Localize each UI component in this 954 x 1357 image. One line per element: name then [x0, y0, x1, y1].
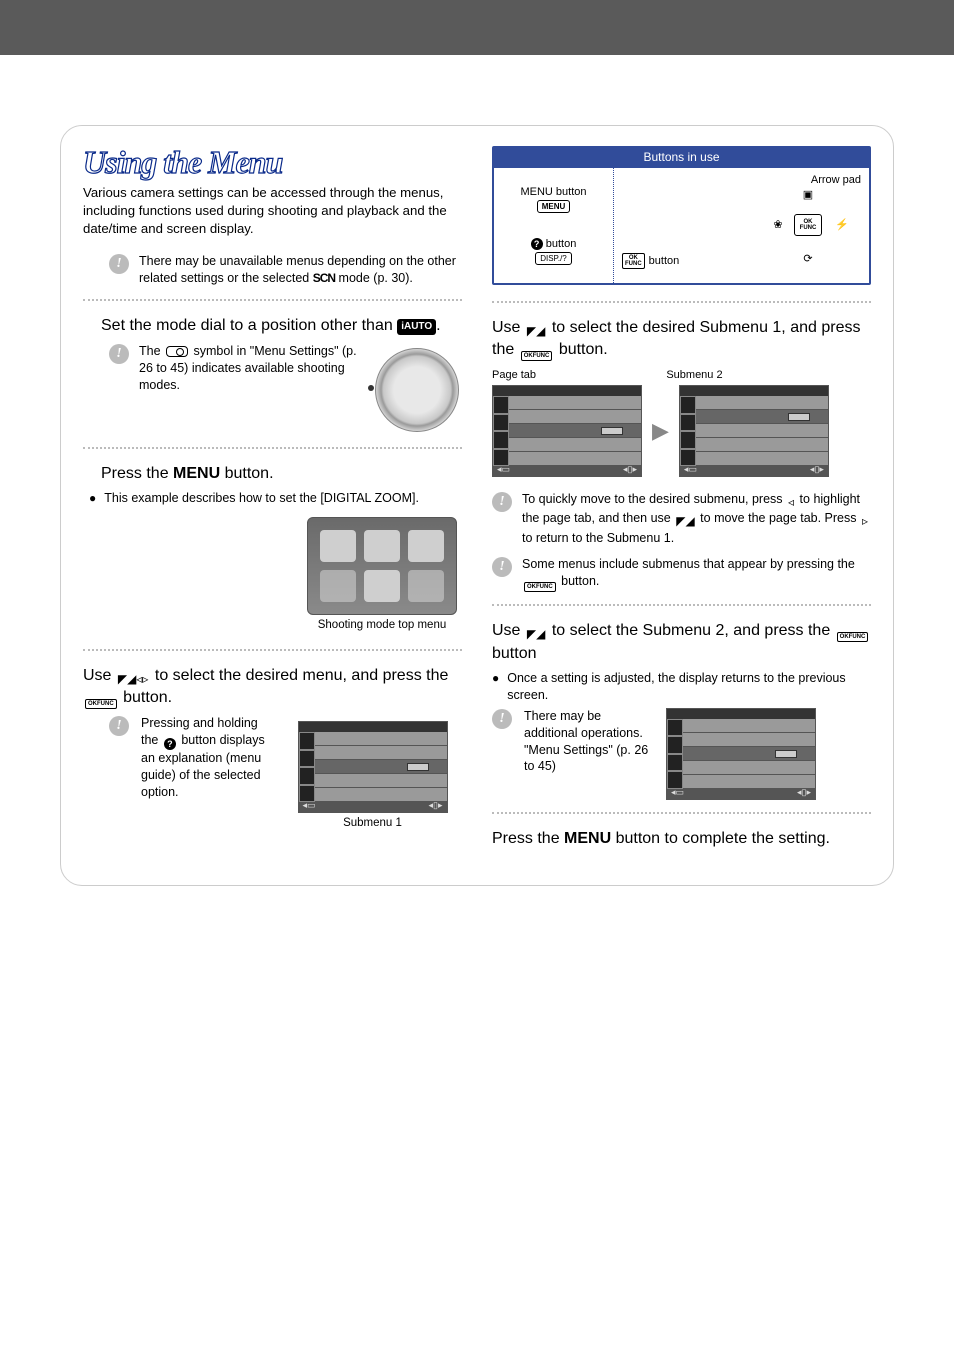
iauto-icon: iAUTO — [397, 319, 436, 335]
nav-up-down-icon: ◤◢ — [527, 323, 545, 339]
arrow-right-icon: ▶ — [652, 418, 669, 444]
shooting-menu-figure — [307, 517, 457, 615]
step2-caption: Shooting mode top menu — [302, 619, 462, 631]
nav-up-down-icon: ◤◢ — [527, 626, 545, 642]
right-column: Buttons in use MENU button MENU ? button… — [492, 146, 871, 855]
step3-caption: Submenu 1 — [283, 817, 462, 829]
caution-icon: ! — [492, 557, 512, 577]
step5-bullet: ● Once a setting is adjusted, the displa… — [492, 670, 871, 704]
window-topbar — [0, 0, 954, 55]
ok-func-icon: OKFUNC — [524, 582, 556, 592]
step5-note: There may be additional operations. "Men… — [524, 708, 654, 776]
step2-bullet: ● This example describes how to set the … — [89, 490, 462, 507]
buttons-in-use-panel: Buttons in use MENU button MENU ? button… — [492, 146, 871, 285]
step2-title: Press the MENU button. — [101, 463, 462, 485]
step4-note2: ! Some menus include submenus that appea… — [492, 556, 871, 592]
ok-func-label: OKFUNC button — [622, 253, 679, 269]
figure-labels: Page tab Submenu 2 — [492, 369, 871, 381]
submenu-result-figure — [666, 708, 816, 800]
note-scn: ! There may be unavailable menus dependi… — [109, 253, 462, 287]
caution-icon: ! — [109, 344, 129, 364]
question-icon: ? — [531, 238, 543, 250]
question-button-label: ? button DISP./? — [531, 238, 577, 265]
step1-note-before: The — [139, 344, 164, 358]
menu-button-icon: MENU — [537, 200, 571, 213]
page-title: Using the Menu — [83, 146, 462, 178]
caution-icon: ! — [492, 709, 512, 729]
nav-up-down-icon: ◤◢ — [676, 513, 694, 529]
divider — [83, 299, 462, 301]
step5-title: Use ◤◢ to select the Submenu 2, and pres… — [492, 620, 871, 664]
bullet-icon: ● — [89, 490, 96, 507]
note-scn-after: mode (p. 30). — [339, 271, 413, 285]
divider — [83, 649, 462, 651]
caution-icon: ! — [109, 716, 129, 736]
ok-func-icon: OKFUNC — [622, 253, 645, 269]
nav-left-icon: ◃ — [788, 494, 794, 510]
disp-button-icon: DISP./? — [535, 252, 572, 265]
submenu2-label: Submenu 2 — [666, 369, 722, 381]
mode-dial-figure — [372, 345, 462, 435]
bullet-icon: ● — [492, 670, 499, 704]
arrow-pad-label: Arrow pad — [811, 174, 861, 186]
ok-func-icon: OKFUNC — [521, 351, 553, 361]
step4-note1: ! To quickly move to the desired submenu… — [492, 491, 871, 546]
submenu2-figure — [679, 385, 829, 477]
intro-text: Various camera settings can be accessed … — [83, 184, 462, 237]
divider — [492, 812, 871, 814]
question-icon: ? — [164, 738, 176, 750]
caution-icon: ! — [492, 492, 512, 512]
menu-button-label: MENU button MENU — [520, 186, 586, 213]
arrow-pad-figure: OKFUNC ▣ ⟳ ❀ ⚡ — [769, 186, 847, 264]
content-frame: Using the Menu Various camera settings c… — [60, 125, 894, 886]
step1-title: Set the mode dial to a position other th… — [101, 315, 462, 337]
step3-title: Use ◤◢◃▹ to select the desired menu, and… — [83, 665, 462, 709]
divider — [492, 301, 871, 303]
page-tab-label: Page tab — [492, 369, 666, 381]
divider — [83, 447, 462, 449]
submenu1-figure — [298, 721, 448, 813]
submenu1-figure — [492, 385, 642, 477]
left-column: Using the Menu Various camera settings c… — [83, 146, 462, 855]
ok-func-icon: OKFUNC — [837, 632, 869, 642]
step4-title: Use ◤◢ to select the desired Submenu 1, … — [492, 317, 871, 361]
nav-up-down-left-right-icon: ◤◢◃▹ — [118, 671, 149, 687]
nav-right-icon: ▹ — [862, 513, 868, 529]
divider — [492, 604, 871, 606]
camera-icon — [166, 346, 188, 357]
ok-func-icon: OKFUNC — [85, 699, 117, 709]
step6-title: Press the MENU button to complete the se… — [492, 828, 871, 850]
scn-icon: SCN — [313, 270, 335, 286]
step4-figures: ▶ — [492, 385, 871, 477]
caution-icon: ! — [109, 254, 129, 274]
buttons-panel-header: Buttons in use — [494, 148, 869, 168]
